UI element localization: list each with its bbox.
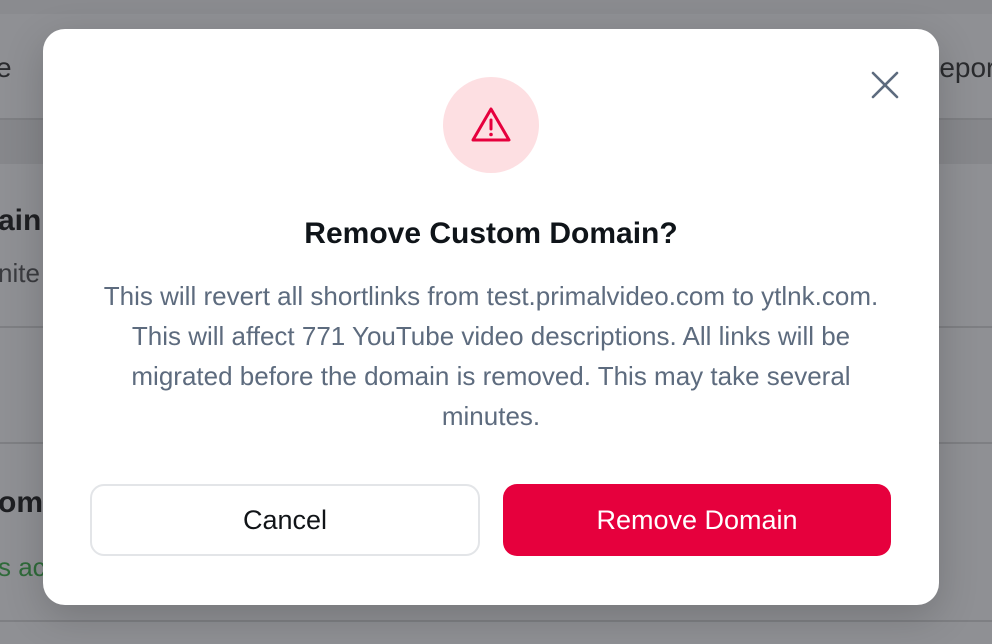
close-icon <box>871 71 899 99</box>
background-text: e <box>0 52 12 83</box>
background-subtext: nite <box>0 258 40 288</box>
remove-domain-button[interactable]: Remove Domain <box>503 484 891 556</box>
background-reports-tab: report <box>930 52 992 83</box>
background-heading: ain <box>0 204 42 237</box>
background-heading: om <box>0 486 43 519</box>
remove-domain-dialog: Remove Custom Domain? This will revert a… <box>43 29 939 605</box>
header-strip <box>0 0 992 14</box>
close-button[interactable] <box>869 69 901 101</box>
dialog-message: This will revert all shortlinks from tes… <box>103 281 879 431</box>
divider <box>0 620 992 622</box>
dialog-title: Remove Custom Domain? <box>304 217 678 250</box>
cancel-button[interactable]: Cancel <box>90 484 480 556</box>
warning-triangle-icon <box>471 107 511 142</box>
warning-badge <box>443 77 539 173</box>
background-status-text: s ac <box>0 552 46 582</box>
